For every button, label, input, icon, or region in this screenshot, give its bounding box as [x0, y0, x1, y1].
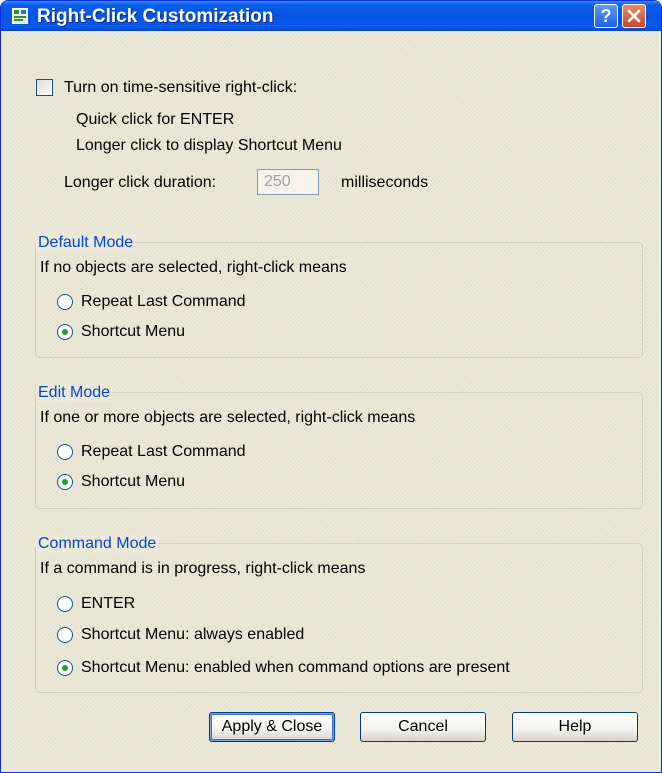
default-mode-description: If no objects are selected, right-click … [40, 259, 347, 276]
edit-mode-shortcut-radio[interactable] [57, 474, 73, 490]
command-mode-enter-radio[interactable] [57, 596, 73, 612]
cancel-button[interactable]: Cancel [360, 712, 486, 742]
dialog-body: Turn on time-sensitive right-click: Quic… [4, 31, 658, 769]
time-sensitive-checkbox[interactable] [36, 79, 53, 96]
time-sensitive-label[interactable]: Turn on time-sensitive right-click: [64, 78, 297, 98]
edit-mode-title: Edit Mode [36, 384, 113, 402]
command-mode-options-radio[interactable] [57, 660, 73, 676]
command-mode-title: Command Mode [36, 535, 159, 553]
duration-input[interactable]: 250 [257, 169, 319, 195]
edit-mode-repeat-radio[interactable] [57, 444, 73, 460]
close-icon [627, 9, 641, 23]
default-mode-shortcut-label[interactable]: Shortcut Menu [81, 322, 185, 342]
command-mode-always-label[interactable]: Shortcut Menu: always enabled [81, 625, 304, 645]
default-mode-repeat-radio[interactable] [57, 294, 73, 310]
dialog-window: Right-Click Customization ? Turn on time… [0, 0, 662, 773]
duration-unit: milliseconds [341, 174, 429, 191]
quick-click-text: Quick click for ENTER [76, 111, 235, 128]
dialog-app-icon [12, 8, 28, 24]
command-mode-enter-label[interactable]: ENTER [81, 594, 135, 614]
title-bar[interactable]: Right-Click Customization ? [1, 1, 661, 31]
edit-mode-description: If one or more objects are selected, rig… [40, 409, 416, 426]
longer-click-text: Longer click to display Shortcut Menu [76, 137, 342, 154]
edit-mode-repeat-label[interactable]: Repeat Last Command [81, 442, 246, 462]
edit-mode-shortcut-label[interactable]: Shortcut Menu [81, 472, 185, 492]
command-mode-always-radio[interactable] [57, 627, 73, 643]
dialog-title: Right-Click Customization [37, 6, 274, 27]
default-mode-repeat-label[interactable]: Repeat Last Command [81, 292, 246, 312]
apply-close-button[interactable]: Apply & Close [209, 712, 335, 742]
title-close-button[interactable] [622, 4, 646, 28]
title-help-button[interactable]: ? [594, 4, 618, 28]
svg-text:?: ? [601, 7, 612, 25]
default-mode-shortcut-radio[interactable] [57, 324, 73, 340]
command-mode-options-label[interactable]: Shortcut Menu: enabled when command opti… [81, 658, 510, 678]
duration-label: Longer click duration: [64, 174, 217, 191]
command-mode-description: If a command is in progress, right-click… [40, 560, 366, 577]
default-mode-title: Default Mode [36, 234, 136, 252]
help-button[interactable]: Help [512, 712, 638, 742]
help-icon: ? [601, 7, 612, 25]
